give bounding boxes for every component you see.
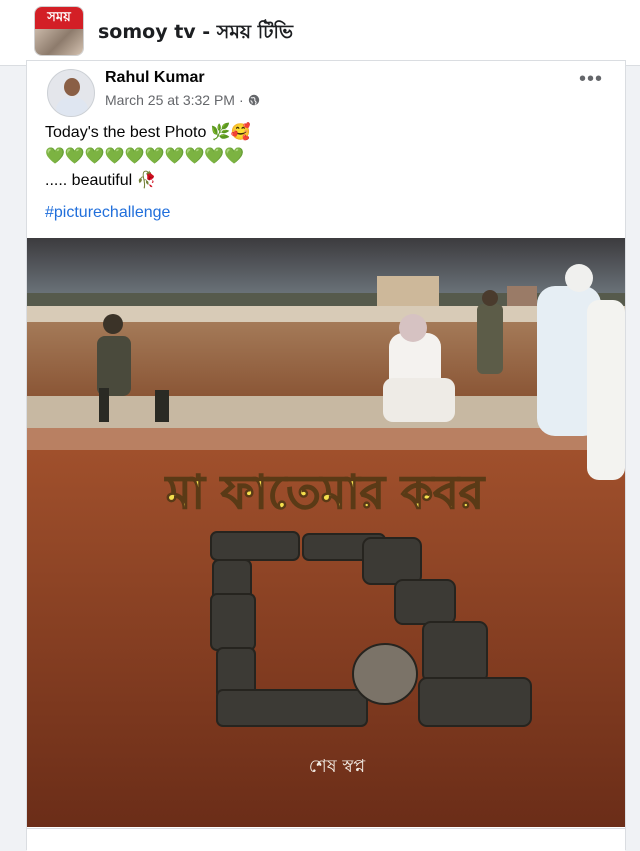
author-avatar[interactable]	[47, 69, 95, 117]
post-card: Rahul Kumar March 25 at 3:32 PM · ••• To…	[26, 60, 626, 851]
more-options-button[interactable]: •••	[579, 69, 603, 89]
author-name[interactable]: Rahul Kumar	[105, 69, 205, 87]
card-footer	[27, 828, 625, 851]
pit-edge	[27, 428, 625, 452]
walkway	[27, 396, 625, 432]
channel-logo-image	[35, 29, 83, 55]
page-header: সময় somoy tv - সময় টিভি	[0, 0, 640, 66]
post-text: Today's the best Photo 🌿🥰 💚💚💚💚💚💚💚💚💚💚 ...…	[45, 121, 605, 225]
post-timestamp[interactable]: March 25 at 3:32 PM	[105, 92, 235, 108]
photo-graphic: মা ফাতেমার কবর শেষ স্বপ্ন	[27, 238, 625, 827]
channel-logo[interactable]: সময়	[34, 6, 84, 56]
post-line-2: 💚💚💚💚💚💚💚💚💚💚	[45, 148, 245, 165]
channel-title[interactable]: somoy tv - সময় টিভি	[98, 18, 293, 50]
post-meta: March 25 at 3:32 PM ·	[105, 92, 260, 108]
photo-caption-small: শেষ স্বপ্ন	[309, 756, 366, 777]
post-photo[interactable]: মা ফাতেমার কবর শেষ স্বপ্ন	[27, 238, 625, 827]
avatar-face	[64, 78, 80, 96]
globe-icon	[248, 94, 259, 106]
post-line-3: ..... beautiful 🥀	[45, 172, 157, 189]
avatar-shirt	[56, 98, 88, 116]
page-edge	[630, 66, 640, 841]
hashtag-link[interactable]: #picturechallenge	[45, 201, 170, 225]
channel-logo-text: সময়	[35, 7, 83, 29]
photo-caption-main: মা ফাতেমার কবর	[164, 465, 486, 519]
post-line-1: Today's the best Photo 🌿🥰	[45, 124, 251, 141]
meta-separator: ·	[238, 92, 244, 108]
